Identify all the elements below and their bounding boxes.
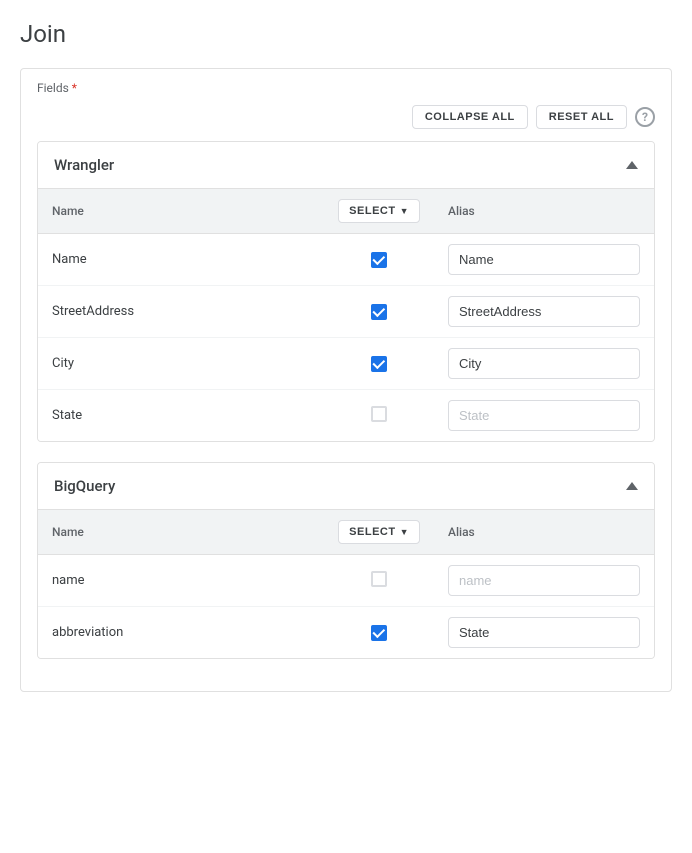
source-header-wrangler[interactable]: Wrangler — [38, 142, 654, 189]
checkbox-cell-wrangler-0 — [324, 234, 434, 286]
alias-cell-wrangler-0 — [434, 234, 654, 286]
select-button-bigquery[interactable]: SELECT ▼ — [338, 520, 420, 544]
checkbox-cell-wrangler-2 — [324, 338, 434, 390]
collapse-all-button[interactable]: COLLAPSE ALL — [412, 105, 528, 129]
checkbox-cell-bigquery-0 — [324, 555, 434, 607]
col-name-wrangler: Name — [38, 189, 324, 234]
collapse-icon-wrangler — [626, 161, 638, 169]
reset-all-button[interactable]: RESET ALL — [536, 105, 627, 129]
field-name-bigquery-0: name — [38, 555, 324, 607]
field-name-wrangler-2: City — [38, 338, 324, 390]
col-select-bigquery: SELECT ▼ — [324, 510, 434, 555]
alias-input-bigquery-0[interactable] — [448, 565, 640, 596]
fields-label: Fields * — [37, 81, 655, 95]
fields-table-wrangler: Name SELECT ▼ Alias Name StreetAddress — [38, 189, 654, 441]
col-alias-wrangler: Alias — [434, 189, 654, 234]
alias-input-wrangler-3[interactable] — [448, 400, 640, 431]
alias-cell-bigquery-1 — [434, 607, 654, 659]
alias-input-wrangler-1[interactable] — [448, 296, 640, 327]
source-card-bigquery: BigQuery Name SELECT ▼ Alias name abbrev… — [37, 462, 655, 659]
alias-cell-wrangler-3 — [434, 390, 654, 442]
alias-cell-bigquery-0 — [434, 555, 654, 607]
table-row: StreetAddress — [38, 286, 654, 338]
source-header-bigquery[interactable]: BigQuery — [38, 463, 654, 510]
field-name-wrangler-3: State — [38, 390, 324, 442]
col-select-wrangler: SELECT ▼ — [324, 189, 434, 234]
source-card-wrangler: Wrangler Name SELECT ▼ Alias Name Street… — [37, 141, 655, 442]
alias-cell-wrangler-2 — [434, 338, 654, 390]
table-row: name — [38, 555, 654, 607]
field-name-wrangler-1: StreetAddress — [38, 286, 324, 338]
alias-input-wrangler-0[interactable] — [448, 244, 640, 275]
table-row: Name — [38, 234, 654, 286]
required-marker: * — [72, 81, 77, 95]
fields-table-bigquery: Name SELECT ▼ Alias name abbreviation — [38, 510, 654, 658]
checkbox-bigquery-0[interactable] — [371, 571, 387, 587]
fields-label-text: Fields — [37, 81, 69, 95]
toolbar: COLLAPSE ALL RESET ALL ? — [37, 105, 655, 129]
source-title-wrangler: Wrangler — [54, 156, 114, 174]
alias-input-wrangler-2[interactable] — [448, 348, 640, 379]
checkbox-bigquery-1[interactable] — [371, 625, 387, 641]
table-row: City — [38, 338, 654, 390]
help-icon[interactable]: ? — [635, 107, 655, 127]
fields-section: Fields * COLLAPSE ALL RESET ALL ? Wrangl… — [20, 68, 672, 692]
checkbox-cell-wrangler-1 — [324, 286, 434, 338]
page-title: Join — [20, 20, 672, 48]
field-name-wrangler-0: Name — [38, 234, 324, 286]
checkbox-wrangler-1[interactable] — [371, 304, 387, 320]
col-alias-bigquery: Alias — [434, 510, 654, 555]
col-name-bigquery: Name — [38, 510, 324, 555]
checkbox-wrangler-0[interactable] — [371, 252, 387, 268]
sources-container: Wrangler Name SELECT ▼ Alias Name Street… — [37, 141, 655, 659]
checkbox-cell-bigquery-1 — [324, 607, 434, 659]
checkbox-wrangler-2[interactable] — [371, 356, 387, 372]
checkbox-cell-wrangler-3 — [324, 390, 434, 442]
select-button-wrangler[interactable]: SELECT ▼ — [338, 199, 420, 223]
alias-input-bigquery-1[interactable] — [448, 617, 640, 648]
source-title-bigquery: BigQuery — [54, 477, 115, 495]
field-name-bigquery-1: abbreviation — [38, 607, 324, 659]
table-row: abbreviation — [38, 607, 654, 659]
collapse-icon-bigquery — [626, 482, 638, 490]
alias-cell-wrangler-1 — [434, 286, 654, 338]
checkbox-wrangler-3[interactable] — [371, 406, 387, 422]
table-row: State — [38, 390, 654, 442]
